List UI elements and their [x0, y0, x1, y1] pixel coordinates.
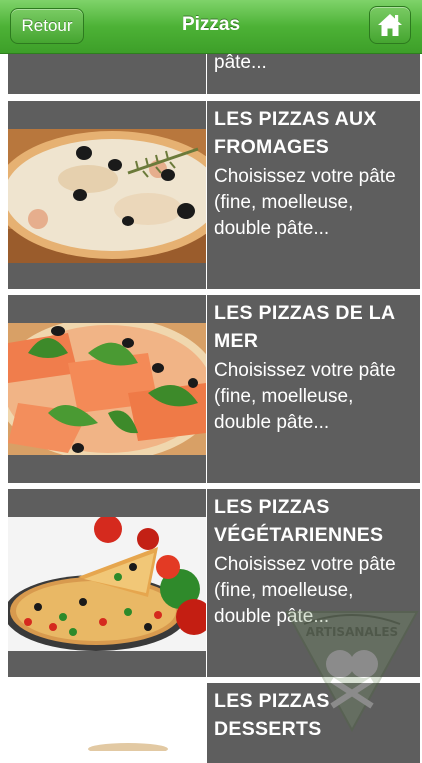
item-info: LES PIZZAS VÉGÉTARIENNES Choisissez votr… [207, 489, 420, 677]
list-item[interactable]: LES PIZZAS AUX FROMAGES Choisissez votre… [8, 101, 420, 289]
item-info: LES PIZZAS AUX FROMAGES Choisissez votre… [207, 101, 420, 289]
item-title: LES PIZZAS AUX FROMAGES [214, 108, 377, 158]
item-info: LES PIZZAS DESSERTS [207, 683, 420, 763]
seafood-pizza-image [8, 323, 206, 455]
item-description: Choisissez votre pâte (fine, moelleuse, … [214, 554, 396, 627]
item-title: LES PIZZAS DE LA MER [214, 302, 395, 352]
navigation-bar: Retour Pizzas [0, 0, 422, 54]
list-item[interactable]: LES PIZZAS VÉGÉTARIENNES Choisissez votr… [8, 489, 420, 677]
item-title: LES PIZZAS VÉGÉTARIENNES [214, 496, 384, 546]
item-description: Choisissez votre pâte (fine, moelleuse, … [214, 360, 396, 433]
home-button[interactable] [369, 6, 411, 44]
item-thumbnail [8, 295, 206, 483]
list-item[interactable]: LES PIZZAS DE LA MER Choisissez votre pâ… [8, 295, 420, 483]
cheese-pizza-image [8, 129, 206, 263]
item-thumbnail [8, 101, 206, 289]
home-icon [378, 14, 402, 36]
list-item[interactable]: LES PIZZAS DESSERTS [8, 683, 420, 763]
item-description: Choisissez votre pâte (fine, moelleuse, … [214, 166, 396, 239]
item-title: LES PIZZAS DESSERTS [214, 690, 330, 740]
dessert-pizza-image [88, 743, 168, 751]
item-thumbnail [8, 489, 206, 677]
item-thumbnail [8, 683, 206, 763]
vegetarian-pizza-image [8, 517, 206, 651]
item-info: LES PIZZAS DE LA MER Choisissez votre pâ… [207, 295, 420, 483]
page-title: Pizzas [181, 14, 241, 35]
